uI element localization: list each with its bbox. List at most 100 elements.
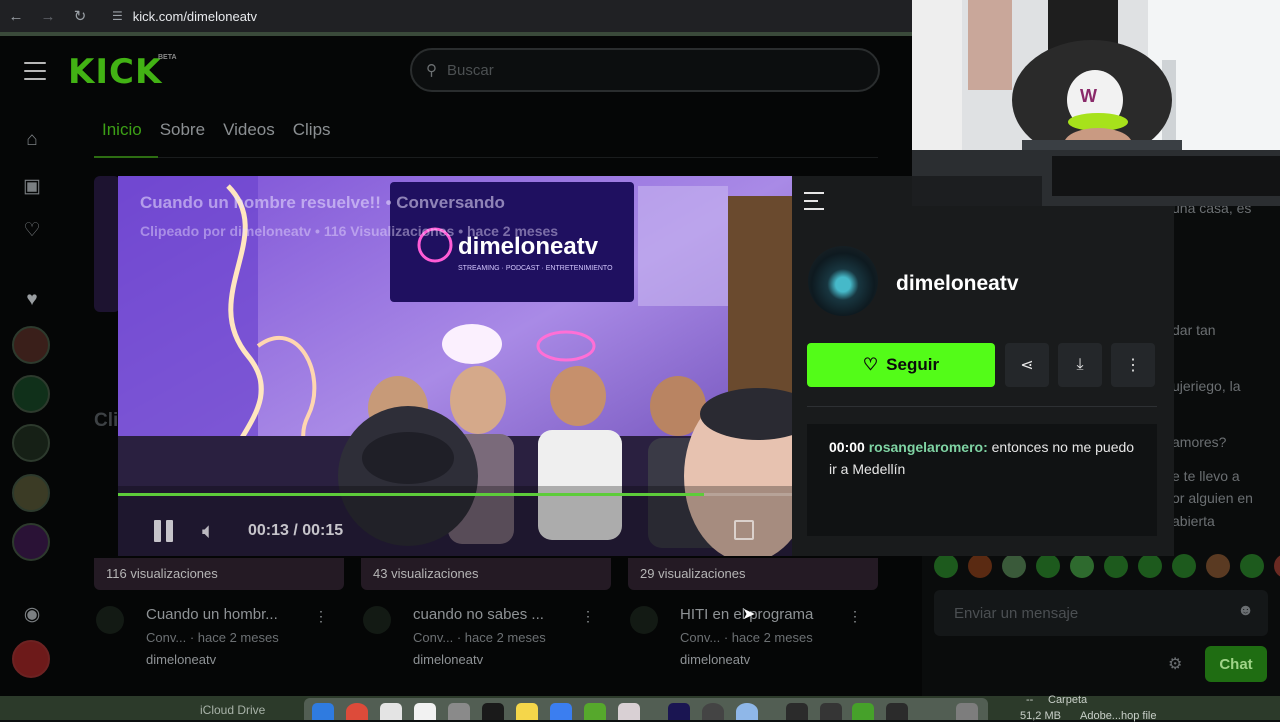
browse-icon[interactable]: ▣ [20, 174, 44, 198]
more-options-icon[interactable]: ⋮ [314, 608, 328, 625]
chat-timestamp: 00:00 [829, 439, 865, 455]
fullscreen-icon[interactable] [734, 520, 754, 540]
followed-channel-avatar[interactable] [12, 474, 50, 512]
file-kind: -- [1026, 694, 1034, 706]
followed-channel-avatar[interactable] [12, 326, 50, 364]
app-icon[interactable] [482, 703, 504, 720]
emoji-picker-icon[interactable]: ☻ [1237, 602, 1254, 620]
notes-icon[interactable] [516, 703, 538, 720]
video-category: Conv... · hace 2 meses [680, 630, 813, 645]
emote-icon[interactable] [1070, 554, 1094, 578]
video-title[interactable]: Cuando un hombr... [146, 606, 278, 623]
more-options-button[interactable]: ⋮ [1111, 343, 1155, 387]
tab-sobre[interactable]: Sobre [160, 120, 205, 140]
volume-icon[interactable]: 🔈︎ [202, 518, 215, 544]
chat-username[interactable]: rosangelaromero: [869, 439, 988, 455]
finder-icon[interactable] [312, 703, 334, 720]
following-icon[interactable]: ♡ [20, 218, 44, 242]
user-avatar[interactable] [12, 640, 50, 678]
followed-channel-avatar[interactable] [12, 523, 50, 561]
video-channel[interactable]: dimeloneatv [413, 652, 483, 667]
kick-logo[interactable]: KICK [68, 52, 162, 92]
more-options-icon[interactable]: ⋮ [581, 608, 595, 625]
video-title[interactable]: cuando no sabes ... [413, 606, 544, 623]
more-options-icon[interactable]: ⋮ [848, 608, 862, 625]
file-name: Adobe...hop file [1080, 710, 1157, 722]
more-options-icon: ⋮ [1125, 357, 1141, 374]
followed-channel-avatar[interactable] [12, 424, 50, 462]
live-icon[interactable]: ◉ [20, 602, 44, 626]
calendar-icon[interactable] [414, 703, 436, 720]
channel-avatar[interactable] [808, 246, 878, 316]
seek-bar[interactable] [118, 493, 792, 496]
share-button[interactable]: ⋖ [1005, 343, 1049, 387]
site-settings-icon[interactable]: ☰ [112, 9, 123, 23]
tab-clips[interactable]: Clips [293, 120, 331, 140]
emote-icon[interactable] [1274, 554, 1280, 578]
app-icon[interactable] [618, 703, 640, 720]
video-views: 29 visualizaciones [628, 558, 878, 590]
app-icon[interactable] [736, 703, 758, 720]
premiere-icon[interactable] [668, 703, 690, 720]
trash-icon[interactable] [956, 703, 978, 720]
emote-icon[interactable] [1138, 554, 1162, 578]
chrome-icon[interactable] [346, 703, 368, 720]
chat-input-placeholder: Enviar un mensaje [954, 604, 1079, 622]
browser-toolbar: ← → ↻ ☰ kick.com/dimeloneatv [0, 0, 912, 32]
tab-inicio[interactable]: Inicio [102, 120, 142, 140]
emote-icon[interactable] [1104, 554, 1128, 578]
emote-icon[interactable] [1036, 554, 1060, 578]
clip-meta: Clipeado por dimeloneatv • 116 Visualiza… [140, 223, 559, 239]
emote-icon[interactable] [934, 554, 958, 578]
collapse-panel-icon[interactable] [804, 192, 824, 210]
chat-line: abierta [1172, 513, 1215, 529]
channel-avatar [96, 606, 124, 634]
menu-icon[interactable] [24, 62, 46, 80]
favorites-icon[interactable]: ♥ [20, 288, 44, 312]
video-channel[interactable]: dimeloneatv [680, 652, 750, 667]
clip-title: Cuando un hombre resuelve!! • Conversand… [140, 193, 505, 212]
video-channel[interactable]: dimeloneatv [146, 652, 216, 667]
browser-divider [0, 32, 912, 36]
chat-message-input[interactable]: Enviar un mensaje ☻ [934, 590, 1268, 636]
address-bar[interactable]: ☰ kick.com/dimeloneatv [104, 4, 894, 28]
home-icon[interactable]: ⌂ [20, 128, 44, 152]
app-icon[interactable] [584, 703, 606, 720]
emote-icon[interactable] [1172, 554, 1196, 578]
back-icon[interactable]: ← [0, 0, 32, 32]
chat-settings-icon[interactable]: ⚙ [1168, 654, 1182, 674]
icloud-drive-label[interactable]: iCloud Drive [200, 703, 265, 717]
app-icon[interactable] [786, 703, 808, 720]
app-icon[interactable] [886, 703, 908, 720]
download-button[interactable]: ⤓ [1058, 343, 1102, 387]
channel-name[interactable]: dimeloneatv [896, 272, 1019, 296]
app-icon[interactable] [820, 703, 842, 720]
share-icon: ⋖ [1020, 357, 1034, 374]
search-input[interactable]: ⚲ Buscar [410, 48, 880, 92]
app-icon[interactable] [550, 703, 572, 720]
channel-avatar [363, 606, 391, 634]
followed-channel-avatar[interactable] [12, 375, 50, 413]
reload-icon[interactable]: ↻ [64, 0, 96, 32]
video-category: Conv... · hace 2 meses [146, 630, 279, 645]
video-category-text: Conv... [680, 630, 721, 645]
tab-videos[interactable]: Videos [223, 120, 275, 140]
app-icon[interactable] [852, 703, 874, 720]
chat-send-button[interactable]: Chat [1205, 646, 1267, 682]
chat-line: e te llevo a [1172, 468, 1240, 484]
follow-button[interactable]: ♡ Seguir [807, 343, 995, 387]
beta-badge: BETA [158, 54, 177, 61]
forward-icon[interactable]: → [32, 0, 64, 32]
settings-icon[interactable] [448, 703, 470, 720]
emote-icon[interactable] [1206, 554, 1230, 578]
follow-label: Seguir [886, 355, 940, 374]
download-icon: ⤓ [1076, 356, 1084, 373]
video-age: · hace 2 meses [723, 630, 813, 645]
emote-icon[interactable] [1240, 554, 1264, 578]
emote-icon[interactable] [1002, 554, 1026, 578]
app-icon[interactable] [380, 703, 402, 720]
background-card[interactable] [94, 176, 120, 312]
pause-icon[interactable] [154, 520, 176, 542]
clock-icon[interactable] [702, 703, 724, 720]
emote-icon[interactable] [968, 554, 992, 578]
